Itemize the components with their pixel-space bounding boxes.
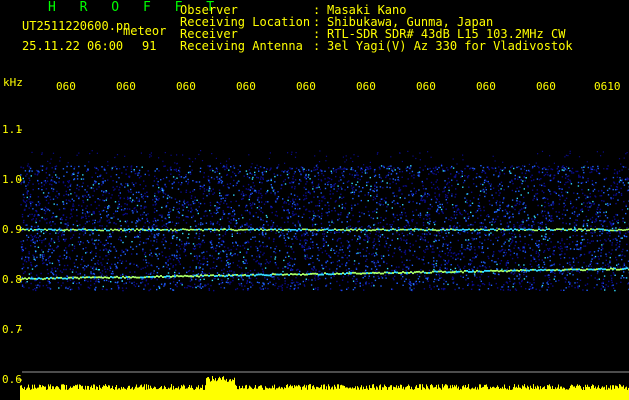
file-name: UT2511220600.pn	[22, 19, 131, 33]
detection-tag: meteor	[123, 24, 167, 38]
x-tick-label: 060	[176, 80, 196, 93]
x-tick-label: 060	[476, 80, 496, 93]
spectrogram	[0, 0, 629, 400]
y-tick-label: 0.9	[2, 223, 22, 236]
y-axis-unit: kHz	[3, 76, 23, 89]
x-tick-label: 060	[356, 80, 376, 93]
x-tick-label: 060	[296, 80, 316, 93]
x-tick-label: 060	[236, 80, 256, 93]
meteor-count: 91	[142, 39, 157, 53]
antenna-colon: :	[313, 39, 321, 53]
antenna-label: Receiving Antenna	[180, 39, 303, 53]
antenna-value: 3el Yagi(V) Az 330 for Vladivostok	[327, 39, 573, 53]
x-tick-label: 0610	[594, 80, 621, 93]
y-tick-label: 0.6	[2, 373, 22, 386]
x-tick-label: 060	[116, 80, 136, 93]
spectrogram-background	[0, 0, 629, 400]
y-tick-label: 0.8	[2, 273, 22, 286]
datetime: 25.11.22 06:00	[22, 39, 124, 53]
x-tick-label: 060	[56, 80, 76, 93]
y-tick-label: 1.1	[2, 123, 22, 136]
x-tick-label: 060	[536, 80, 556, 93]
y-tick-label: 1.0	[2, 173, 22, 186]
y-tick-label: 0.7	[2, 323, 22, 336]
x-tick-label: 060	[416, 80, 436, 93]
